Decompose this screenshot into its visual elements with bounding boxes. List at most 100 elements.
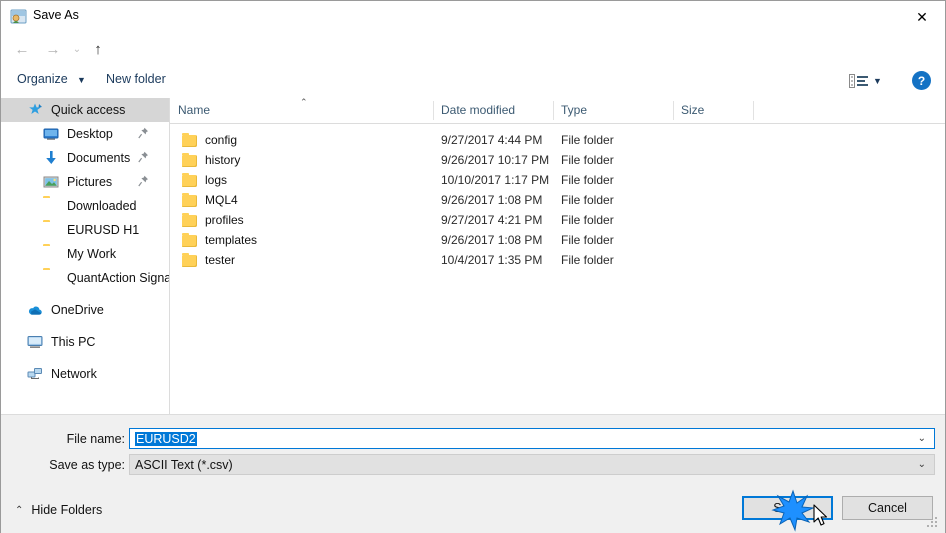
close-button[interactable]: ✕ <box>899 1 945 32</box>
column-header-type[interactable]: Type <box>561 103 587 117</box>
chevron-down-icon[interactable]: ▼ <box>873 76 882 86</box>
chevron-down-icon[interactable]: ⌄ <box>918 433 926 444</box>
save-as-type-value: ASCII Text (*.csv) <box>135 458 233 472</box>
file-name-cell: tester <box>205 253 236 267</box>
save-as-type-select[interactable]: ASCII Text (*.csv) ⌄ <box>129 454 935 475</box>
sidebar-item-label: Documents <box>67 151 131 165</box>
sidebar-item-eurusd-h1[interactable]: EURUSD H1 <box>1 218 169 242</box>
resize-grip[interactable] <box>927 517 939 529</box>
command-toolbar: Organize ▼ New folder ▼ ? <box>1 65 945 99</box>
file-list[interactable]: ⌃ Name Date modified Type Size config 9/2… <box>170 97 945 414</box>
sidebar-item-onedrive[interactable]: OneDrive <box>1 298 169 322</box>
sidebar-item-label: Downloaded <box>67 199 137 213</box>
table-row[interactable]: logs 10/10/2017 1:17 PM File folder <box>170 171 945 191</box>
back-icon[interactable]: ← <box>9 37 35 61</box>
folder-icon <box>182 173 197 187</box>
file-name-cell: history <box>205 153 241 167</box>
folder-icon <box>182 213 197 227</box>
folder-icon <box>182 233 197 247</box>
chevron-down-icon[interactable]: ▼ <box>77 75 86 85</box>
help-button[interactable]: ? <box>912 71 931 90</box>
sidebar-separator <box>1 290 169 298</box>
save-button-label: Save <box>773 501 802 515</box>
sidebar-item-pictures[interactable]: Pictures <box>1 170 169 194</box>
column-header-row: ⌃ Name Date modified Type Size <box>170 97 945 124</box>
table-row[interactable]: profiles 9/27/2017 4:21 PM File folder <box>170 211 945 231</box>
navigation-bar: ← → ⌄ ↑ « Roaming ❯ MetaQuotes ❯ Termina… <box>1 32 945 90</box>
table-row[interactable]: config 9/27/2017 4:44 PM File folder <box>170 131 945 151</box>
navigation-sidebar[interactable]: Quick access Desktop Documents Pictures Down… <box>1 98 170 414</box>
sidebar-item-label: Pictures <box>67 175 113 189</box>
date-modified-cell: 9/27/2017 4:44 PM <box>441 133 543 147</box>
sidebar-item-this-pc[interactable]: This PC <box>1 330 169 354</box>
date-modified-cell: 9/27/2017 4:21 PM <box>441 213 543 227</box>
column-divider[interactable] <box>673 101 674 120</box>
column-divider[interactable] <box>753 101 754 120</box>
table-row[interactable]: history 9/26/2017 10:17 PM File folder <box>170 151 945 171</box>
file-name-input[interactable]: EURUSD2 ⌄ <box>129 428 935 449</box>
sidebar-item-quantaction-signal[interactable]: QuantAction Signal <box>1 266 169 290</box>
sidebar-item-label: Network <box>51 367 97 381</box>
column-header-date-modified[interactable]: Date modified <box>441 103 515 117</box>
chevron-up-icon: ⌃ <box>15 504 24 516</box>
help-icon: ? <box>917 73 926 88</box>
sidebar-item-label: My Work <box>67 247 117 261</box>
type-cell: File folder <box>561 253 614 267</box>
documents-icon <box>43 150 61 166</box>
close-icon: ✕ <box>916 8 928 25</box>
hide-folders-button[interactable]: ⌃ Hide Folders <box>15 503 102 517</box>
date-modified-cell: 10/4/2017 1:35 PM <box>441 253 543 267</box>
type-cell: File folder <box>561 233 614 247</box>
organize-button[interactable]: Organize <box>17 72 68 86</box>
file-name-cell: config <box>205 133 238 147</box>
date-modified-cell: 10/10/2017 1:17 PM <box>441 173 550 187</box>
type-cell: File folder <box>561 153 614 167</box>
table-row[interactable]: tester 10/4/2017 1:35 PM File folder <box>170 251 945 271</box>
forward-icon[interactable]: → <box>40 37 66 61</box>
pin-icon[interactable] <box>138 175 149 187</box>
thispc-icon <box>27 334 45 350</box>
cancel-button[interactable]: Cancel <box>842 496 933 520</box>
folder-icon <box>43 198 61 214</box>
sidebar-item-label: This PC <box>51 335 96 349</box>
sidebar-item-desktop[interactable]: Desktop <box>1 122 169 146</box>
column-header-size[interactable]: Size <box>681 103 704 117</box>
file-name-cell: templates <box>205 233 258 247</box>
folder-icon <box>182 133 197 147</box>
table-row[interactable]: MQL4 9/26/2017 1:08 PM File folder <box>170 191 945 211</box>
folder-icon <box>182 153 197 167</box>
view-layout-icon[interactable] <box>849 73 869 89</box>
pin-icon[interactable] <box>138 151 149 163</box>
sidebar-item-label: EURUSD H1 <box>67 223 140 237</box>
sidebar-item-quick-access[interactable]: Quick access <box>1 98 169 122</box>
folder-icon <box>182 253 197 267</box>
folder-icon <box>43 222 61 238</box>
network-icon <box>27 366 45 382</box>
type-cell: File folder <box>561 173 614 187</box>
folder-icon <box>43 246 61 262</box>
pin-icon[interactable] <box>138 127 149 139</box>
column-header-name[interactable]: Name <box>178 103 210 117</box>
onedrive-icon <box>27 302 45 318</box>
desktop-icon <box>43 126 61 142</box>
sidebar-item-downloaded[interactable]: Downloaded <box>1 194 169 218</box>
column-divider[interactable] <box>553 101 554 120</box>
type-cell: File folder <box>561 193 614 207</box>
column-divider[interactable] <box>433 101 434 120</box>
sidebar-item-my-work[interactable]: My Work <box>1 242 169 266</box>
star-icon <box>27 102 45 118</box>
file-name-cell: MQL4 <box>205 193 238 207</box>
pictures-icon <box>43 174 61 190</box>
new-folder-button[interactable]: New folder <box>106 72 166 86</box>
chevron-down-icon[interactable]: ⌄ <box>918 459 926 470</box>
up-icon[interactable]: ↑ <box>87 37 109 61</box>
table-row[interactable]: templates 9/26/2017 1:08 PM File folder <box>170 231 945 251</box>
recent-locations-icon[interactable]: ⌄ <box>69 37 85 61</box>
date-modified-cell: 9/26/2017 10:17 PM <box>441 153 550 167</box>
save-button[interactable]: Save <box>742 496 833 520</box>
sidebar-separator <box>1 354 169 362</box>
sidebar-item-network[interactable]: Network <box>1 362 169 386</box>
cancel-button-label: Cancel <box>868 501 907 515</box>
save-as-dialog: Save As ✕ ← → ⌄ ↑ « Roaming ❯ MetaQuotes… <box>0 0 946 533</box>
sidebar-item-documents[interactable]: Documents <box>1 146 169 170</box>
